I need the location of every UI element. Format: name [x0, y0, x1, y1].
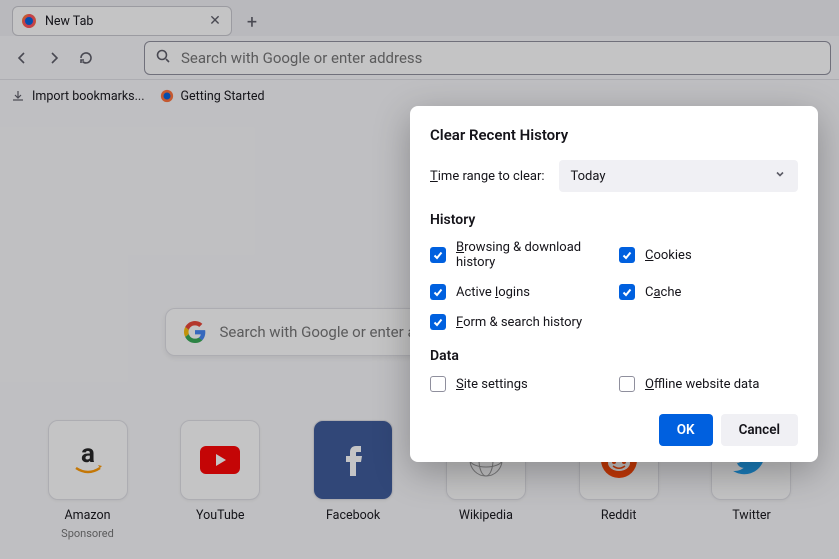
check-cache[interactable]: Cache — [619, 284, 798, 300]
check-active-logins[interactable]: Active logins — [430, 284, 609, 300]
cancel-button[interactable]: Cancel — [721, 414, 798, 446]
check-browsing-history[interactable]: Browsing & download history — [430, 240, 609, 270]
check-form-history[interactable]: Form & search history — [430, 314, 609, 330]
check-site-settings[interactable]: Site settings — [430, 376, 609, 392]
check-label: Cookies — [645, 248, 692, 263]
check-label: Offline website data — [645, 377, 759, 392]
check-label: Cache — [645, 285, 681, 300]
checkbox-icon — [619, 284, 635, 300]
check-label: Site settings — [456, 377, 528, 392]
checkbox-icon — [619, 376, 635, 392]
check-cookies[interactable]: Cookies — [619, 240, 798, 270]
time-range-value: Today — [571, 169, 606, 184]
section-data-heading: Data — [430, 348, 798, 364]
checkbox-icon — [430, 284, 446, 300]
section-history-heading: History — [430, 212, 798, 228]
check-label: Browsing & download history — [456, 240, 609, 270]
check-label: Active logins — [456, 285, 530, 300]
checkbox-icon — [619, 247, 635, 263]
chevron-down-icon — [774, 168, 786, 184]
clear-history-dialog: Clear Recent History Time range to clear… — [410, 106, 818, 462]
checkbox-icon — [430, 376, 446, 392]
time-range-select[interactable]: Today — [559, 160, 798, 192]
checkbox-icon — [430, 314, 446, 330]
time-range-label: Time range to clear: — [430, 169, 545, 184]
ok-button[interactable]: OK — [659, 414, 713, 446]
check-offline-data[interactable]: Offline website data — [619, 376, 798, 392]
check-label: Form & search history — [456, 315, 582, 330]
checkbox-icon — [430, 247, 446, 263]
dialog-title: Clear Recent History — [430, 126, 798, 144]
